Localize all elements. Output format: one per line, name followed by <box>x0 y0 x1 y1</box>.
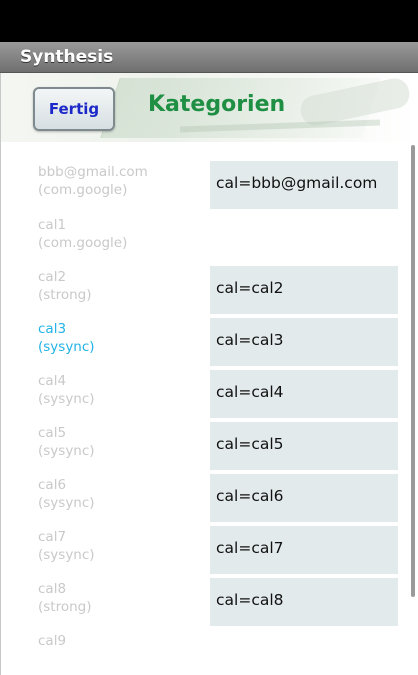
calendar-label: cal2 (strong) <box>38 268 208 304</box>
calendar-name: cal8 <box>38 581 67 597</box>
list-item[interactable]: cal6 (sysync) cal=cal6 <box>0 474 418 528</box>
calendar-type: (com.google) <box>38 235 128 251</box>
calendar-name: cal1 <box>38 217 67 233</box>
calendar-label: cal7 (sysync) <box>38 528 208 564</box>
list-item[interactable]: cal8 (strong) cal=cal8 <box>0 578 418 632</box>
calendar-name: bbb@gmail.com <box>38 164 148 180</box>
calendar-type: (sysync) <box>38 391 95 407</box>
calendar-name: cal5 <box>38 425 67 441</box>
done-button[interactable]: Fertig <box>33 87 115 131</box>
calendar-name: cal9 <box>38 633 67 649</box>
category-value-field[interactable]: cal=cal7 <box>210 526 398 574</box>
calendar-type: (sysync) <box>38 495 95 511</box>
list-item[interactable]: cal4 (sysync) cal=cal4 <box>0 370 418 424</box>
calendar-type: (sysync) <box>38 547 95 563</box>
category-value-field[interactable]: cal=cal5 <box>210 422 398 470</box>
calendar-label: cal1 (com.google) <box>38 216 208 252</box>
calendar-name: cal4 <box>38 373 67 389</box>
calendar-label: cal9 <box>38 632 208 650</box>
category-value-field[interactable]: cal=cal6 <box>210 474 398 522</box>
screen-title: Kategorien <box>148 92 286 117</box>
calendar-label: cal6 (sysync) <box>38 476 208 512</box>
calendar-name: cal7 <box>38 529 67 545</box>
category-value-field[interactable]: cal=cal2 <box>210 266 398 314</box>
calendar-name: cal3 <box>38 321 67 337</box>
calendar-type: (strong) <box>38 287 92 303</box>
list-item[interactable]: cal5 (sysync) cal=cal5 <box>0 422 418 476</box>
list-item[interactable]: cal1 (com.google) <box>0 216 418 268</box>
category-value-field[interactable]: cal=cal3 <box>210 318 398 366</box>
calendar-label: cal5 (sysync) <box>38 424 208 460</box>
calendar-label: bbb@gmail.com (com.google) <box>38 163 208 199</box>
app-title: Synthesis <box>20 47 114 67</box>
calendar-label: cal3 (sysync) <box>38 320 208 356</box>
category-list[interactable]: bbb@gmail.com (com.google) cal=bbb@gmail.c… <box>0 143 418 675</box>
list-item[interactable]: cal3 (sysync) cal=cal3 <box>0 318 418 372</box>
list-item[interactable]: cal9 <box>0 632 418 675</box>
scrollbar[interactable] <box>411 145 415 597</box>
calendar-name: cal2 <box>38 269 67 285</box>
calendar-label: cal8 (strong) <box>38 580 208 616</box>
calendar-name: cal6 <box>38 477 67 493</box>
calendar-type: (sysync) <box>38 339 95 355</box>
list-item[interactable]: cal7 (sysync) cal=cal7 <box>0 526 418 580</box>
calendar-type: (sysync) <box>38 443 95 459</box>
list-item[interactable]: cal2 (strong) cal=cal2 <box>0 266 418 320</box>
calendar-type: (com.google) <box>38 182 128 198</box>
category-value-field[interactable]: cal=cal8 <box>210 578 398 626</box>
calendar-type: (strong) <box>38 599 92 615</box>
calendar-label: cal4 (sysync) <box>38 372 208 408</box>
category-value-field[interactable]: cal=bbb@gmail.com <box>210 161 398 209</box>
status-bar <box>0 0 418 42</box>
app-title-bar: Synthesis <box>0 42 418 73</box>
category-value-field[interactable]: cal=cal4 <box>210 370 398 418</box>
list-item[interactable]: bbb@gmail.com (com.google) cal=bbb@gmail.c… <box>0 161 418 215</box>
